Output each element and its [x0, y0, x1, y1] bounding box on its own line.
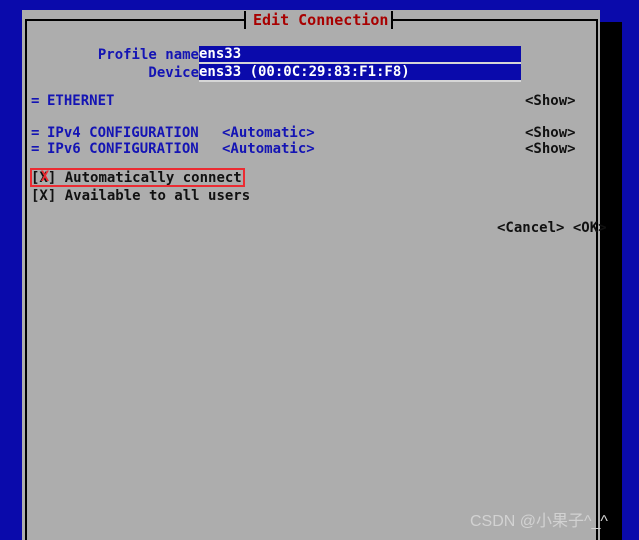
show-button-ipv6[interactable]: <Show>	[525, 140, 576, 158]
section-marker-ethernet[interactable]: =	[31, 92, 39, 110]
device-input[interactable]: ens33 (00:0C:29:83:F1:F8)	[199, 64, 521, 82]
profile-name-input[interactable]: ens33	[199, 46, 521, 64]
profile-name-label: Profile name	[97, 47, 199, 63]
dialog-border-top-right	[392, 19, 598, 21]
ok-button[interactable]: <OK>	[573, 220, 607, 236]
show-button-ethernet[interactable]: <Show>	[525, 92, 576, 110]
dialog-title: Edit Connection	[253, 11, 389, 29]
cancel-button[interactable]: <Cancel>	[497, 220, 564, 236]
title-tick-left	[244, 11, 246, 29]
device-label: Device	[148, 65, 199, 81]
checkbox-automatically-connect[interactable]: [X] Automatically connect	[31, 169, 242, 187]
section-marker-ipv6[interactable]: =	[31, 140, 39, 158]
section-label-ipv6[interactable]: IPv6 CONFIGURATION	[47, 140, 199, 158]
title-tick-right	[391, 11, 393, 29]
edit-connection-dialog	[22, 10, 600, 540]
checkbox-label-spacer-2	[56, 188, 64, 204]
dialog-button-bar: <Cancel> <OK>	[497, 219, 607, 237]
checkbox-label-automatically-connect: Automatically connect	[64, 170, 242, 186]
annotation-x-mark: X	[40, 169, 50, 185]
profile-name-value: ens33	[199, 46, 242, 62]
terminal-screen: Edit Connection Profile name ens33 Devic…	[0, 0, 639, 540]
watermark-text: CSDN @小果子^_^	[470, 513, 608, 530]
dialog-border-left	[25, 19, 27, 540]
section-label-ethernet[interactable]: ETHERNET	[47, 92, 114, 110]
dialog-border-top-left	[25, 19, 245, 21]
checkbox-label-spacer	[56, 170, 64, 186]
ipv6-mode-select[interactable]: <Automatic>	[222, 140, 315, 158]
device-value: ens33 (00:0C:29:83:F1:F8)	[199, 64, 410, 80]
checkbox-label-available-to-all-users: Available to all users	[64, 188, 251, 204]
button-gap	[564, 220, 572, 236]
checkbox-available-to-all-users[interactable]: [X] Available to all users	[31, 187, 250, 205]
device-underline	[199, 80, 521, 82]
checkbox-box-available-to-all-users: [X]	[31, 188, 57, 204]
dialog-drop-shadow	[600, 22, 622, 540]
dialog-border-right	[596, 19, 598, 540]
